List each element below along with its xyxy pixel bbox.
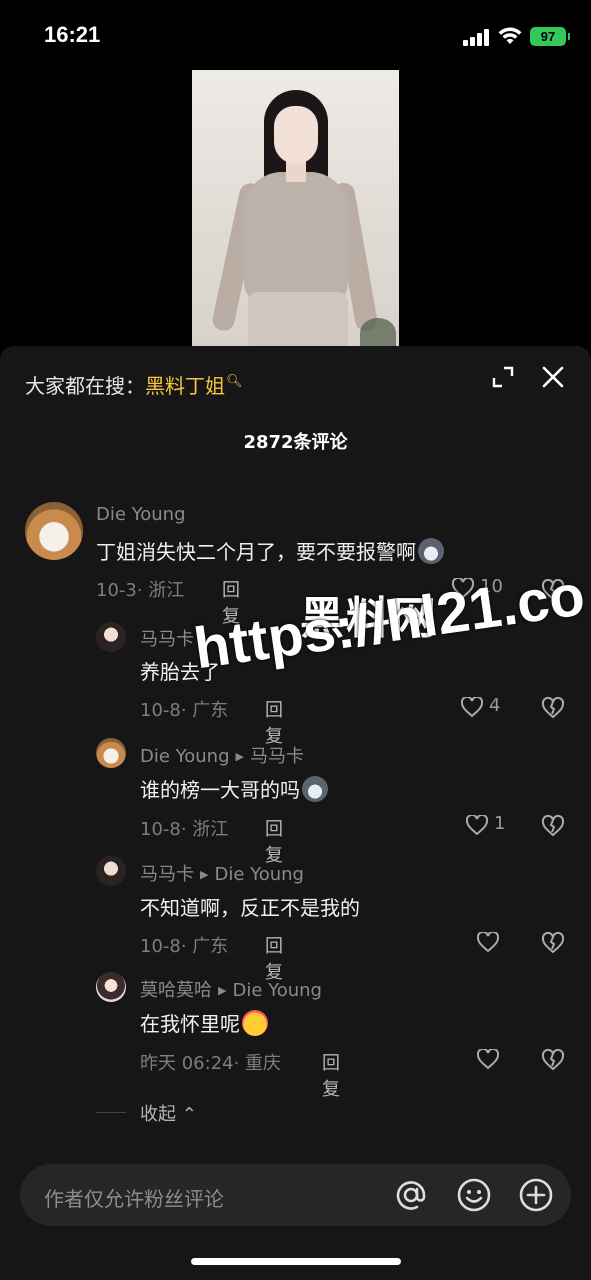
wifi-icon <box>498 27 522 44</box>
chevron-up-icon: ⌃ <box>181 1104 197 1125</box>
avatar[interactable] <box>96 856 126 886</box>
avatar[interactable] <box>96 622 126 652</box>
wolf-emoji-icon <box>302 776 328 802</box>
comment-author[interactable]: Die Young <box>96 504 186 525</box>
dislike-icon[interactable] <box>541 814 565 838</box>
avatar[interactable] <box>96 972 126 1002</box>
like-button[interactable]: 1 <box>466 813 510 837</box>
comment-meta: 10-3· 浙江 <box>96 580 185 601</box>
wolf-emoji-icon <box>418 538 444 564</box>
search-icon: 🔍︎ <box>226 374 243 389</box>
reply-arrow-icon: ▶ <box>200 868 209 881</box>
battery-indicator: 97 <box>530 27 570 46</box>
smile-icon[interactable] <box>456 1177 492 1213</box>
avatar[interactable] <box>96 738 126 768</box>
comment-author[interactable]: 莫哈莫哈 ▶ Die Young <box>140 976 322 1002</box>
heart-eyes-emoji-icon <box>242 1010 268 1036</box>
divider <box>96 1112 126 1113</box>
comment-meta: 昨天 06:24· 重庆 <box>140 1053 282 1074</box>
status-time: 16:21 <box>44 22 101 47</box>
like-icon <box>461 697 483 717</box>
search-prefix: 大家都在搜： <box>25 374 145 398</box>
status-bar: 16:21 97 <box>0 0 591 70</box>
like-button[interactable] <box>477 930 501 954</box>
dislike-icon[interactable] <box>541 931 565 955</box>
signal-icon <box>463 28 491 46</box>
comment-text: 谁的榜一大哥的吗 <box>140 774 328 803</box>
video-thumbnail[interactable] <box>192 70 399 346</box>
plus-icon[interactable] <box>518 1177 554 1213</box>
search-keyword[interactable]: 黑料丁姐 <box>145 374 225 398</box>
collapse-label: 收起 ⌃ <box>140 1104 197 1125</box>
comment-text: 丁姐消失快二个月了，要不要报警啊 <box>96 536 444 565</box>
reply-button[interactable]: 回复 <box>265 696 283 748</box>
like-count: 1 <box>494 813 506 834</box>
reply-arrow-icon: ▶ <box>218 984 227 997</box>
like-icon <box>477 1049 499 1069</box>
comment-count: 2872条评论 <box>243 432 348 453</box>
comment-text: 在我怀里呢 <box>140 1008 268 1037</box>
avatar[interactable] <box>25 502 83 560</box>
at-icon[interactable] <box>393 1177 429 1213</box>
comment-meta: 10-8· 广东 <box>140 936 229 957</box>
expand-icon[interactable] <box>492 366 514 388</box>
home-indicator[interactable] <box>191 1258 401 1265</box>
comment-input-placeholder: 作者仅允许粉丝评论 <box>44 1187 224 1211</box>
like-icon <box>466 815 488 835</box>
comment-meta: 10-8· 广东 <box>140 700 229 721</box>
close-icon[interactable] <box>541 365 565 389</box>
comment-input-area: 作者仅允许粉丝评论 <box>0 1148 591 1280</box>
like-button[interactable] <box>477 1047 501 1071</box>
like-button[interactable]: 4 <box>461 695 511 719</box>
like-icon <box>477 932 499 952</box>
comment-panel: 大家都在搜：黑料丁姐🔍︎ 2872条评论 Die Young 丁姐消失快二个月了… <box>0 346 591 1280</box>
reply-button[interactable]: 回复 <box>322 1049 340 1101</box>
comment-author[interactable]: Die Young ▶ 马马卡 <box>140 742 304 768</box>
comment-text: 不知道啊，反正不是我的 <box>140 896 360 920</box>
comment-input[interactable]: 作者仅允许粉丝评论 <box>20 1164 571 1226</box>
like-count: 4 <box>489 695 501 716</box>
dislike-icon[interactable] <box>541 1048 565 1072</box>
dislike-icon[interactable] <box>541 696 565 720</box>
comment-author[interactable]: 马马卡 <box>140 625 194 651</box>
comment-meta: 10-8· 浙江 <box>140 819 229 840</box>
comment-author[interactable]: 马马卡 ▶ Die Young <box>140 860 304 886</box>
reply-arrow-icon: ▶ <box>235 750 244 763</box>
search-suggestion[interactable]: 大家都在搜：黑料丁姐🔍︎ <box>25 370 243 399</box>
